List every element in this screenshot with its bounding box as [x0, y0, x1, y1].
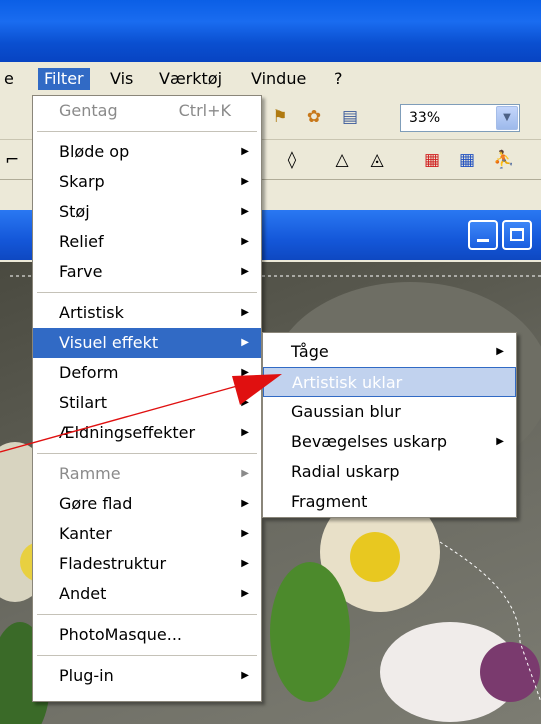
menu-item-texture[interactable]: Fladestruktur ▶ [33, 549, 261, 579]
menu-item-label: Farve [59, 262, 103, 281]
menu-item-label: Bløde op [59, 142, 130, 161]
menu-item-label: Bevægelses uskarp [291, 432, 448, 451]
menu-view[interactable]: Vis [104, 68, 139, 90]
menu-item-deform[interactable]: Deform ▶ [33, 358, 261, 388]
submenu-arrow-icon: ▶ [241, 588, 249, 599]
submenu-arrow-icon: ▶ [241, 206, 249, 217]
submenu-item-motion-blur[interactable]: Bevægelses uskarp ▶ [263, 427, 516, 457]
menu-item-artistic[interactable]: Artistisk ▶ [33, 298, 261, 328]
menu-item-label: Skarp [59, 172, 105, 191]
zoom-combobox[interactable]: 33% ▼ [400, 104, 520, 132]
submenu-item-gaussian-blur[interactable]: Gaussian blur [263, 397, 516, 427]
menu-item-style[interactable]: Stilart ▶ [33, 388, 261, 418]
menu-item-aging-effects[interactable]: Ældningseffekter ▶ [33, 418, 261, 448]
figure-icon[interactable]: ⛹ [492, 148, 516, 172]
submenu-item-artistic-blur[interactable]: Artistisk uklar [263, 367, 516, 397]
submenu-item-fog[interactable]: Tåge ▶ [263, 337, 516, 367]
menu-item-label: Artistisk [59, 303, 124, 322]
menu-item-label: Radial uskarp [291, 462, 400, 481]
menu-filter[interactable]: Filter [38, 68, 90, 90]
menu-item-label: Ældningseffekter [59, 423, 196, 442]
camera-icon[interactable]: ⚑ [268, 105, 292, 129]
visual-effect-submenu: Tåge ▶ Artistisk uklar Gaussian blur Bev… [262, 332, 517, 518]
palette-swap-icon[interactable]: ▦ [455, 148, 479, 172]
menu-item-other[interactable]: Andet ▶ [33, 579, 261, 609]
chevron-down-icon[interactable]: ▼ [496, 106, 518, 130]
submenu-arrow-icon: ▶ [241, 266, 249, 277]
gear-icon[interactable]: ✿ [302, 105, 326, 129]
menu-item-visual-effect[interactable]: Visuel effekt ▶ [33, 328, 261, 358]
curve-icon[interactable]: ⌐ [0, 148, 24, 172]
menu-item-flatten[interactable]: Gøre flad ▶ [33, 489, 261, 519]
submenu-arrow-icon: ▶ [241, 146, 249, 157]
submenu-arrow-icon: ▶ [496, 346, 504, 357]
submenu-arrow-icon: ▶ [241, 176, 249, 187]
palette-icon[interactable]: ▦ [420, 148, 444, 172]
menu-item-label: Fragment [291, 492, 368, 511]
submenu-arrow-icon: ▶ [241, 670, 249, 681]
menu-item-label: Relief [59, 232, 104, 251]
menu-item-label: Deform [59, 363, 119, 382]
menu-window[interactable]: Vindue [245, 68, 312, 90]
menu-item-label: Støj [59, 202, 90, 221]
menu-item-label: Fladestruktur [59, 554, 167, 573]
submenu-arrow-icon: ▶ [241, 427, 249, 438]
menu-item-label: Artistisk uklar [292, 373, 403, 392]
menu-tools[interactable]: Værktøj [153, 68, 228, 90]
menu-item-label: Gøre flad [59, 494, 133, 513]
menu-edit[interactable]: e [0, 68, 20, 90]
maximize-icon [510, 228, 524, 241]
triangle-fill-icon[interactable]: ◬ [365, 148, 389, 172]
menu-help[interactable]: ? [328, 68, 349, 90]
menu-item-color[interactable]: Farve ▶ [33, 257, 261, 287]
menu-item-repeat[interactable]: Gentag Ctrl+K [33, 96, 261, 126]
menu-item-relief[interactable]: Relief ▶ [33, 227, 261, 257]
menu-item-photomasque[interactable]: PhotoMasque... [33, 620, 261, 650]
filter-menu: Gentag Ctrl+K Bløde op ▶ Skarp ▶ Støj ▶ … [32, 95, 262, 702]
menu-item-label: PhotoMasque... [59, 625, 182, 644]
menu-item-label: Visuel effekt [59, 333, 159, 352]
submenu-arrow-icon: ▶ [241, 236, 249, 247]
menu-item-noise[interactable]: Støj ▶ [33, 197, 261, 227]
triangle-icon[interactable]: △ [330, 148, 354, 172]
submenu-arrow-icon: ▶ [241, 558, 249, 569]
submenu-arrow-icon: ▶ [241, 307, 249, 318]
menu-item-plugin[interactable]: Plug-in ▶ [33, 661, 261, 691]
submenu-arrow-icon: ▶ [241, 528, 249, 539]
menu-separator [37, 614, 257, 615]
menu-item-sharpen[interactable]: Skarp ▶ [33, 167, 261, 197]
app-title-bar [0, 0, 541, 62]
menu-separator [37, 131, 257, 132]
menu-item-label: Plug-in [59, 666, 114, 685]
fill-icon[interactable]: ◊ [280, 148, 304, 172]
submenu-arrow-icon: ▶ [241, 367, 249, 378]
menu-bar: e Filter Vis Værktøj Vindue ? [0, 62, 541, 94]
menu-separator [37, 655, 257, 656]
submenu-arrow-icon: ▶ [241, 468, 249, 479]
submenu-arrow-icon: ▶ [241, 397, 249, 408]
minimize-button[interactable] [468, 220, 498, 250]
minimize-icon [477, 239, 489, 242]
submenu-item-radial-blur[interactable]: Radial uskarp [263, 457, 516, 487]
menu-item-label: Tåge [291, 342, 329, 361]
menu-separator [37, 453, 257, 454]
menu-item-blur[interactable]: Bløde op ▶ [33, 137, 261, 167]
submenu-arrow-icon: ▶ [496, 436, 504, 447]
menu-separator [37, 292, 257, 293]
menu-item-edges[interactable]: Kanter ▶ [33, 519, 261, 549]
window-icon[interactable]: ▤ [338, 105, 362, 129]
menu-item-frame[interactable]: Ramme ▶ [33, 459, 261, 489]
shortcut-label: Ctrl+K [178, 101, 231, 120]
menu-item-label: Gaussian blur [291, 402, 401, 421]
menu-item-label: Gentag [59, 101, 118, 120]
submenu-arrow-icon: ▶ [241, 498, 249, 509]
menu-item-label: Andet [59, 584, 107, 603]
zoom-value: 33% [409, 110, 441, 126]
menu-item-label: Stilart [59, 393, 107, 412]
menu-item-label: Ramme [59, 464, 121, 483]
submenu-item-fragment[interactable]: Fragment [263, 487, 516, 517]
menu-item-label: Kanter [59, 524, 112, 543]
submenu-arrow-icon: ▶ [241, 337, 249, 348]
maximize-button[interactable] [502, 220, 532, 250]
